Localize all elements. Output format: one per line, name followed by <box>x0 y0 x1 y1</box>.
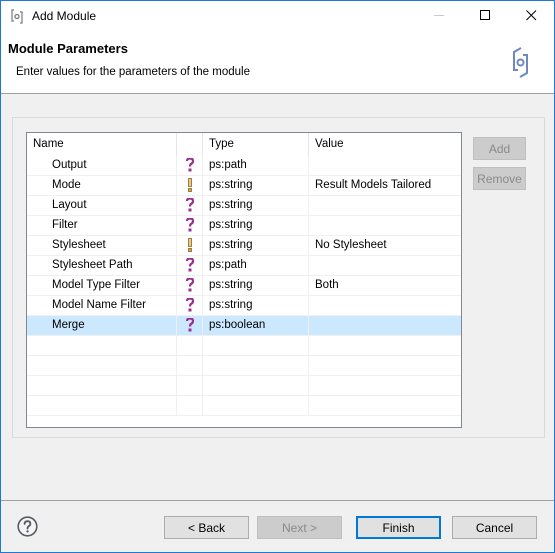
parameter-value[interactable] <box>309 296 461 316</box>
parameters-table[interactable]: Name Type Value Output ps:path Mode ps:stri… <box>26 132 462 428</box>
wizard-banner: Module Parameters Enter values for the p… <box>1 32 554 94</box>
add-button[interactable]: Add <box>473 137 526 160</box>
title-bar: Add Module <box>1 1 554 32</box>
parameter-name: Model Type Filter <box>27 276 177 296</box>
empty-cell <box>309 336 461 356</box>
module-icon <box>10 9 24 24</box>
empty-cell <box>27 336 177 356</box>
table-row[interactable]: Mode ps:string Result Models Tailored <box>27 176 461 196</box>
column-header-value[interactable]: Value <box>309 133 461 156</box>
next-button[interactable]: Next > <box>257 516 342 539</box>
parameter-name: Merge <box>27 316 177 336</box>
parameter-value[interactable] <box>309 316 461 336</box>
maximize-icon <box>479 9 491 24</box>
close-button[interactable] <box>508 1 554 32</box>
back-button[interactable]: < Back <box>164 516 249 539</box>
help-icon[interactable] <box>17 516 38 537</box>
parameter-value[interactable] <box>309 256 461 276</box>
empty-cell <box>27 396 177 416</box>
module-refresh-icon <box>483 38 554 88</box>
column-header-type[interactable]: Type <box>203 133 309 156</box>
table-row[interactable]: Model Name Filter ps:string <box>27 296 461 316</box>
empty-cell <box>177 356 203 376</box>
parameter-type: ps:string <box>203 236 309 256</box>
column-header-name[interactable]: Name <box>27 133 177 156</box>
parameter-name: Stylesheet Path <box>27 256 177 276</box>
table-row[interactable]: Merge ps:boolean <box>27 316 461 336</box>
parameter-name: Output <box>27 156 177 176</box>
optional-parameter-icon <box>177 216 203 236</box>
empty-cell <box>177 396 203 416</box>
empty-table-row <box>27 376 461 396</box>
parameter-name: Model Name Filter <box>27 296 177 316</box>
empty-table-row <box>27 396 461 416</box>
window-title: Add Module <box>32 9 97 23</box>
parameter-value[interactable] <box>309 156 461 176</box>
page-title: Module Parameters <box>8 41 128 56</box>
table-row[interactable]: Stylesheet Path ps:path <box>27 256 461 276</box>
parameter-name: Layout <box>27 196 177 216</box>
required-parameter-icon <box>177 176 203 196</box>
minimize-button[interactable] <box>416 1 462 32</box>
table-body: Output ps:path Mode ps:string Result Models … <box>27 156 461 416</box>
table-row[interactable]: Stylesheet ps:string No Stylesheet <box>27 236 461 256</box>
column-header-status[interactable] <box>177 133 203 156</box>
empty-table-row <box>27 356 461 376</box>
minimize-icon <box>433 10 445 24</box>
empty-cell <box>203 396 309 416</box>
cancel-button[interactable]: Cancel <box>452 516 537 539</box>
parameter-name: Mode <box>27 176 177 196</box>
parameter-name: Filter <box>27 216 177 236</box>
empty-table-row <box>27 336 461 356</box>
parameter-type: ps:string <box>203 296 309 316</box>
parameter-type: ps:string <box>203 196 309 216</box>
parameter-type: ps:string <box>203 216 309 236</box>
add-module-dialog: Add Module Module Parameters Enter value… <box>0 0 555 553</box>
parameter-value[interactable]: Both <box>309 276 461 296</box>
empty-cell <box>27 356 177 376</box>
required-parameter-icon <box>177 236 203 256</box>
empty-cell <box>203 356 309 376</box>
optional-parameter-icon <box>177 276 203 296</box>
empty-cell <box>27 376 177 396</box>
table-row[interactable]: Model Type Filter ps:string Both <box>27 276 461 296</box>
empty-cell <box>177 376 203 396</box>
optional-parameter-icon <box>177 316 203 336</box>
footer-separator <box>1 500 554 501</box>
parameter-type: ps:string <box>203 276 309 296</box>
optional-parameter-icon <box>177 156 203 176</box>
table-row[interactable]: Output ps:path <box>27 156 461 176</box>
optional-parameter-icon <box>177 296 203 316</box>
table-header: Name Type Value <box>27 133 461 156</box>
parameter-type: ps:path <box>203 256 309 276</box>
table-row[interactable]: Filter ps:string <box>27 216 461 236</box>
parameter-value[interactable] <box>309 196 461 216</box>
table-row[interactable]: Layout ps:string <box>27 196 461 216</box>
parameter-type: ps:boolean <box>203 316 309 336</box>
parameter-value[interactable]: No Stylesheet <box>309 236 461 256</box>
optional-parameter-icon <box>177 256 203 276</box>
parameter-name: Stylesheet <box>27 236 177 256</box>
parameter-type: ps:path <box>203 156 309 176</box>
optional-parameter-icon <box>177 196 203 216</box>
empty-cell <box>177 336 203 356</box>
remove-button[interactable]: Remove <box>473 167 526 190</box>
parameter-value[interactable] <box>309 216 461 236</box>
empty-cell <box>309 396 461 416</box>
page-description: Enter values for the parameters of the m… <box>16 66 250 78</box>
finish-button[interactable]: Finish <box>356 516 441 539</box>
maximize-button[interactable] <box>462 1 508 32</box>
empty-cell <box>203 376 309 396</box>
empty-cell <box>203 336 309 356</box>
empty-cell <box>309 356 461 376</box>
close-icon <box>525 9 537 24</box>
parameter-type: ps:string <box>203 176 309 196</box>
empty-cell <box>309 376 461 396</box>
parameter-value[interactable]: Result Models Tailored <box>309 176 461 196</box>
